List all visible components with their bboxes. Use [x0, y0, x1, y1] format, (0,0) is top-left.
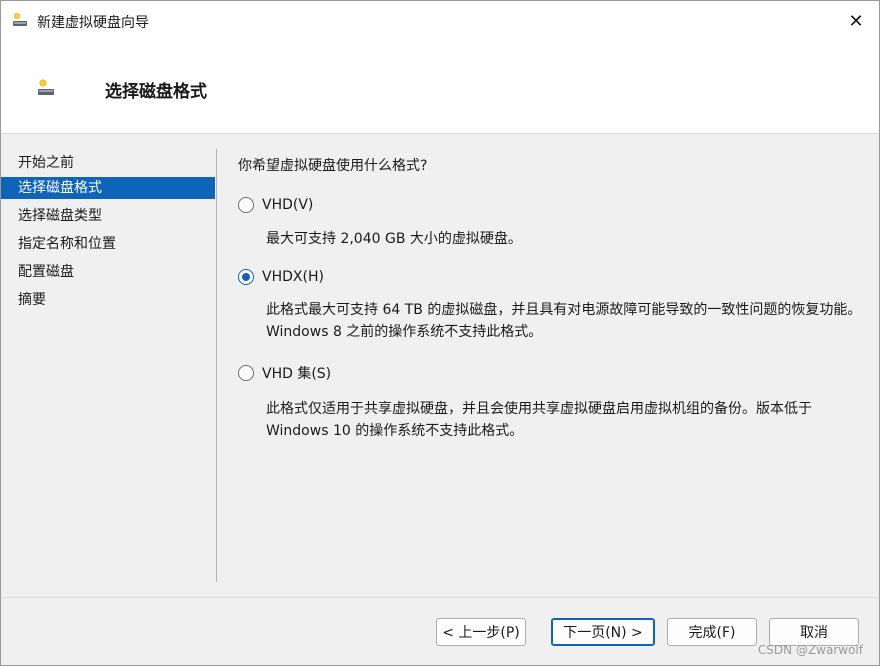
- format-question: 你希望虚拟硬盘使用什么格式?: [238, 158, 428, 174]
- vhdx-description: 此格式最大可支持 64 TB 的虚拟磁盘，并且具有对电源故障可能导致的一致性问题…: [266, 302, 862, 340]
- radio-button-vhd-set[interactable]: [238, 365, 254, 381]
- wizard-steps-nav: 开始之前 选择磁盘格式 选择磁盘类型 指定名称和位置 配置磁盘 摘要: [1, 134, 215, 582]
- radio-vhd[interactable]: VHD(V): [238, 197, 313, 213]
- nav-item-choose-type[interactable]: 选择磁盘类型: [1, 205, 215, 227]
- window-title: 新建虚拟硬盘向导: [37, 15, 149, 31]
- finish-button[interactable]: 完成(F): [667, 618, 757, 646]
- radio-button-vhd[interactable]: [238, 197, 254, 213]
- radio-vhdx[interactable]: VHDX(H): [238, 269, 324, 285]
- watermark-text: CSDN @Zwarwolf: [757, 643, 863, 657]
- disk-wizard-icon: [11, 11, 29, 29]
- nav-item-name-location[interactable]: 指定名称和位置: [1, 233, 215, 255]
- vhd-description: 最大可支持 2,040 GB 大小的虚拟硬盘。: [266, 231, 522, 247]
- cancel-button[interactable]: 取消: [769, 618, 859, 646]
- footer-divider: [1, 597, 879, 598]
- vhd-set-description: 此格式仅适用于共享虚拟硬盘，并且会使用共享虚拟硬盘启用虚拟机组的备份。版本低于 …: [266, 401, 812, 439]
- disk-wizard-icon: [35, 76, 57, 98]
- nav-item-summary[interactable]: 摘要: [1, 289, 215, 311]
- nav-item-configure-disk[interactable]: 配置磁盘: [1, 261, 215, 283]
- radio-button-vhdx[interactable]: [238, 269, 254, 285]
- nav-item-before-you-begin[interactable]: 开始之前: [1, 152, 215, 174]
- wizard-window: 新建虚拟硬盘向导 ✕ 选择磁盘格式 开始之前 选择磁盘格式 选择磁盘类型 指定名…: [0, 0, 880, 666]
- radio-label-vhd-set: VHD 集(S): [262, 366, 332, 382]
- radio-label-vhdx: VHDX(H): [262, 269, 324, 285]
- close-icon: ✕: [848, 10, 864, 32]
- close-button[interactable]: ✕: [833, 1, 879, 41]
- nav-divider: [216, 149, 217, 582]
- nav-item-choose-format[interactable]: 选择磁盘格式: [1, 177, 215, 199]
- radio-vhd-set[interactable]: VHD 集(S): [238, 363, 331, 383]
- next-button[interactable]: 下一页(N) >: [551, 618, 655, 646]
- wizard-header: 选择磁盘格式: [1, 41, 879, 134]
- title-bar: 新建虚拟硬盘向导 ✕: [1, 1, 879, 41]
- previous-button[interactable]: < 上一步(P): [436, 618, 526, 646]
- page-title: 选择磁盘格式: [105, 82, 207, 102]
- radio-label-vhd: VHD(V): [262, 197, 314, 213]
